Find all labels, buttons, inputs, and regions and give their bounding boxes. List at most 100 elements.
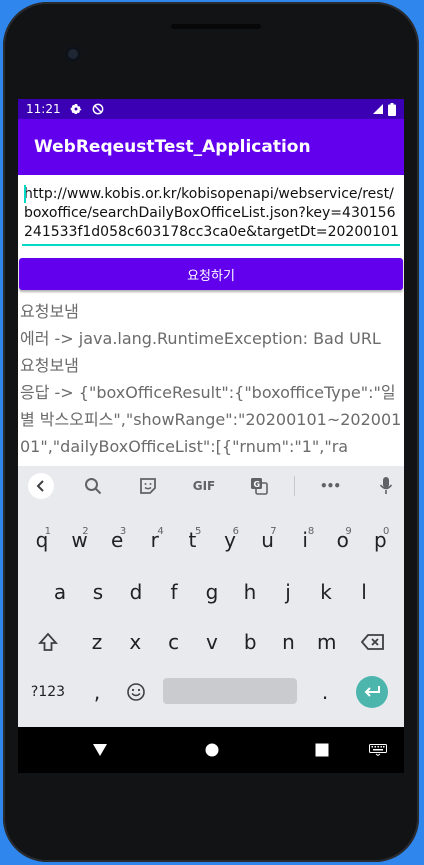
enter-icon bbox=[364, 686, 380, 697]
key-r[interactable]: r4 bbox=[137, 523, 173, 557]
period-label: . bbox=[321, 680, 329, 704]
key-hint: 3 bbox=[119, 526, 127, 537]
space-bar[interactable] bbox=[163, 678, 297, 704]
key-label: a bbox=[53, 580, 67, 604]
backspace-icon bbox=[361, 634, 384, 650]
key-w[interactable]: w2 bbox=[62, 523, 98, 557]
key-hint: 1 bbox=[44, 526, 51, 537]
key-c[interactable]: c bbox=[156, 625, 192, 659]
key-label: m bbox=[317, 630, 337, 654]
key-j[interactable]: j bbox=[270, 575, 306, 609]
status-right bbox=[372, 102, 396, 116]
shift-key[interactable] bbox=[32, 627, 64, 657]
more-label: ••• bbox=[319, 479, 341, 493]
collapse-toolbar-button[interactable] bbox=[28, 466, 54, 506]
search-icon[interactable] bbox=[80, 466, 106, 506]
navigation-bar bbox=[18, 727, 404, 773]
log-line: 요청보냄 bbox=[20, 302, 79, 321]
app-bar: WebReqeustTest_Application bbox=[18, 119, 404, 175]
key-label: n bbox=[282, 630, 295, 654]
key-l[interactable]: l bbox=[346, 575, 382, 609]
emoji-icon bbox=[127, 683, 145, 701]
url-input[interactable]: http://www.kobis.or.kr/kobisopenapi/webs… bbox=[22, 185, 400, 246]
key-label: j bbox=[285, 580, 291, 604]
key-label: z bbox=[91, 630, 103, 654]
toolbar-divider bbox=[294, 476, 295, 496]
log-line: 요청보냄 bbox=[20, 356, 79, 375]
key-hint: 7 bbox=[270, 526, 277, 537]
key-hint: 9 bbox=[345, 526, 352, 537]
key-e[interactable]: e3 bbox=[99, 523, 135, 557]
key-label: k bbox=[320, 580, 332, 604]
key-p[interactable]: p0 bbox=[362, 523, 398, 557]
key-label: x bbox=[129, 630, 142, 654]
key-d[interactable]: d bbox=[118, 575, 154, 609]
key-label: f bbox=[170, 580, 178, 604]
emoji-key[interactable] bbox=[121, 676, 151, 708]
text-cursor bbox=[24, 185, 26, 203]
period-key[interactable]: . bbox=[313, 676, 337, 708]
translate-icon[interactable]: G bbox=[246, 466, 272, 506]
chevron-left-icon bbox=[28, 473, 54, 499]
enter-key[interactable] bbox=[356, 676, 388, 708]
key-y[interactable]: y6 bbox=[212, 523, 248, 557]
back-nav-icon[interactable] bbox=[88, 727, 112, 773]
phone-frame: 11:21 WebReqeustTest_Application http://… bbox=[3, 2, 419, 862]
do-not-disturb-icon bbox=[92, 103, 103, 115]
app-title: WebReqeustTest_Application bbox=[34, 137, 311, 157]
log-line: 응답 -> {"boxOfficeResult":{"boxofficeType… bbox=[20, 383, 402, 456]
symbols-key[interactable]: ?123 bbox=[24, 676, 72, 708]
key-hint: 6 bbox=[232, 526, 239, 537]
key-hint: 2 bbox=[82, 526, 89, 537]
key-h[interactable]: h bbox=[232, 575, 268, 609]
key-label: v bbox=[205, 630, 218, 654]
key-z[interactable]: z bbox=[79, 625, 115, 659]
gif-label: GIF bbox=[192, 479, 216, 493]
key-label: b bbox=[243, 630, 257, 654]
key-q[interactable]: q1 bbox=[24, 523, 60, 557]
backspace-key[interactable] bbox=[354, 627, 392, 657]
response-log: 요청보냄 에러 -> java.lang.RuntimeException: B… bbox=[20, 298, 404, 460]
svg-text:G: G bbox=[254, 480, 261, 489]
settings-icon bbox=[70, 103, 81, 115]
key-m[interactable]: m bbox=[309, 625, 345, 659]
microphone-icon[interactable] bbox=[373, 466, 399, 506]
key-hint: 5 bbox=[195, 526, 202, 537]
key-label: h bbox=[243, 580, 257, 604]
key-o[interactable]: o9 bbox=[325, 523, 361, 557]
key-u[interactable]: u7 bbox=[250, 523, 286, 557]
front-camera bbox=[65, 46, 81, 62]
key-s[interactable]: s bbox=[80, 575, 116, 609]
status-bar: 11:21 bbox=[18, 99, 404, 119]
key-v[interactable]: v bbox=[194, 625, 230, 659]
key-label: s bbox=[92, 580, 104, 604]
key-a[interactable]: a bbox=[42, 575, 78, 609]
gif-button[interactable]: GIF bbox=[186, 466, 222, 506]
key-i[interactable]: i8 bbox=[287, 523, 323, 557]
key-f[interactable]: f bbox=[156, 575, 192, 609]
recents-nav-icon[interactable] bbox=[310, 727, 334, 773]
sticker-icon[interactable] bbox=[135, 466, 161, 506]
home-nav-icon[interactable] bbox=[200, 727, 224, 773]
battery-icon bbox=[388, 102, 396, 116]
keyboard-switch-icon[interactable] bbox=[366, 727, 390, 773]
request-button[interactable]: 요청하기 bbox=[19, 258, 403, 290]
key-hint: 4 bbox=[157, 526, 164, 537]
keyboard-toolbar: GIF G ••• bbox=[18, 466, 404, 506]
key-k[interactable]: k bbox=[308, 575, 344, 609]
key-n[interactable]: n bbox=[271, 625, 307, 659]
key-t[interactable]: t5 bbox=[174, 523, 210, 557]
key-g[interactable]: g bbox=[194, 575, 230, 609]
url-input-value: http://www.kobis.or.kr/kobisopenapi/webs… bbox=[24, 186, 399, 240]
key-b[interactable]: b bbox=[232, 625, 268, 659]
screen: 11:21 WebReqeustTest_Application http://… bbox=[18, 99, 404, 773]
comma-key[interactable]: , bbox=[84, 676, 110, 708]
signal-icon bbox=[373, 104, 383, 114]
symbols-label: ?123 bbox=[30, 684, 66, 700]
shift-icon bbox=[38, 632, 58, 651]
key-label: g bbox=[205, 580, 219, 604]
soft-keyboard: GIF G ••• q1w2e3r4t5y6u7i8o9p0 a s d f gh j k l… bbox=[18, 466, 404, 727]
more-options-icon[interactable]: ••• bbox=[315, 466, 345, 506]
key-x[interactable]: x bbox=[117, 625, 153, 659]
status-time: 11:21 bbox=[26, 102, 61, 116]
